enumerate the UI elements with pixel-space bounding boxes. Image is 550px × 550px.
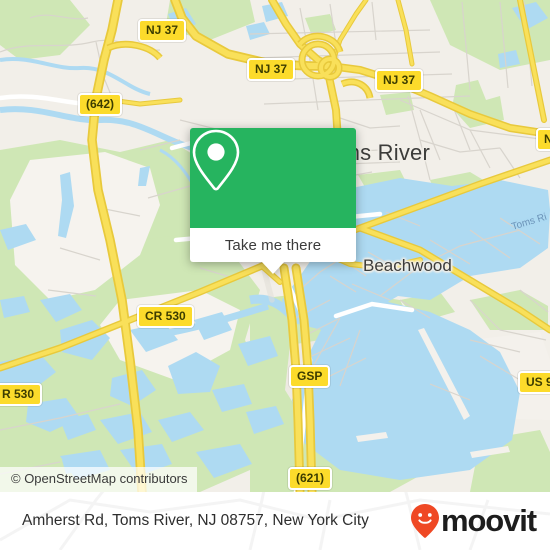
shield-gsp[interactable]: GSP (289, 365, 331, 388)
shield-cr-642[interactable]: (642) (78, 93, 123, 116)
shield-nj-37-a[interactable]: NJ 37 (138, 19, 187, 42)
location-popup-card[interactable]: Take me there (190, 128, 356, 274)
popup-header (190, 128, 356, 228)
shield-cr-530-b[interactable]: R 530 (0, 383, 43, 406)
take-me-there-label: Take me there (224, 236, 322, 254)
shield-us-9[interactable]: US 9 (518, 371, 550, 394)
map-screen: Toms River Beachwood Toms Ri NJ 37 NJ 37… (0, 0, 550, 550)
shield-nj-edge[interactable]: N (536, 128, 550, 151)
address-text: Amherst Rd, Toms River, NJ 08757, New Yo… (22, 512, 369, 529)
map-pin-icon (192, 129, 240, 191)
moovit-pin-icon (410, 504, 439, 538)
moovit-logo[interactable]: moovit (410, 503, 537, 539)
take-me-there-button[interactable]: Take me there (190, 228, 356, 262)
moovit-wordmark: moovit (440, 503, 537, 538)
shield-cr-530-a[interactable]: CR 530 (137, 305, 194, 328)
shield-cr-621[interactable]: (621) (288, 467, 333, 490)
osm-attribution[interactable]: © OpenStreetMap contributors (0, 467, 197, 492)
footer-bar: Amherst Rd, Toms River, NJ 08757, New Yo… (0, 492, 550, 550)
popup-pointer (261, 261, 285, 274)
map-canvas[interactable]: Toms River Beachwood Toms Ri NJ 37 NJ 37… (0, 0, 550, 492)
shield-nj-37-b[interactable]: NJ 37 (247, 58, 296, 81)
shield-nj-37-c[interactable]: NJ 37 (375, 69, 424, 92)
